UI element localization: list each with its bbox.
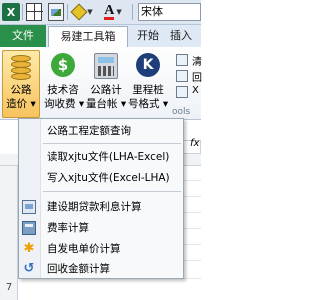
menu-item-label: 回收金额计算 [47,263,110,275]
highway-cost-button[interactable]: 公路 造价 ▾ [2,50,40,118]
return-icon[interactable] [176,70,188,82]
menu-item-label: 自发电单价计算 [47,243,121,255]
menu-item-recovery[interactable]: ↺ 回收金额计算 [19,259,183,279]
picture-thumbnail [51,8,61,16]
menu-item-fee-rate[interactable]: 费率计算 [19,218,183,238]
menu-divider [43,143,181,144]
tab-insert[interactable]: 插入 [170,25,206,47]
calculator-icon [94,53,118,79]
button-label: 公路 [10,84,32,96]
highway-ledger-button[interactable]: 公路计 量台帐 ▾ [86,50,126,118]
x-icon[interactable] [176,86,188,98]
small-item-label: 清 [192,57,202,68]
loan-calc-icon [22,200,36,214]
font-name-input[interactable]: 宋体 [138,3,201,21]
picture-icon[interactable] [48,3,64,21]
menu-item-read-xjtu[interactable]: 读取xjtu文件(LHA-Excel) [19,147,183,167]
toolbar-divider [22,4,23,20]
font-color-button[interactable]: A ▼ [99,3,127,21]
dollar-icon: $ [51,53,75,77]
quick-access-toolbar: X ▼ A ▼ 宋体 [0,0,201,25]
menu-item-self-power[interactable]: ✱ 自发电单价计算 [19,239,183,259]
highway-cost-dropdown-menu: 公路工程定额查询 读取xjtu文件(LHA-Excel) 写入xjtu文件(Ex… [18,118,184,279]
row-number[interactable]: 7 [0,282,18,293]
menu-item-loan-interest[interactable]: 建设期贷款利息计算 [19,197,183,217]
fx-label: fx [190,138,200,149]
tab-home[interactable]: 开始 [129,25,167,47]
toolbar-divider [132,4,133,20]
menu-item-label: 费率计算 [47,222,89,234]
chevron-down-icon: ▼ [116,8,122,16]
button-label: 号格式 ▾ [128,98,169,110]
menu-item-quota-query[interactable]: 公路工程定额查询 [19,121,183,141]
tab-yijian-toolbox[interactable]: 易建工具箱 [48,26,128,47]
button-label: 里程桩 [132,84,164,96]
fee-rate-icon [22,221,36,235]
power-icon: ✱ [23,241,35,256]
ribbon-group-label: ools [172,107,191,117]
button-label: 技术咨 [47,84,79,96]
button-label: 公路计 [90,84,122,96]
fill-color-icon [70,3,88,21]
button-label: 询收费 ▾ [44,98,85,110]
tab-file[interactable]: 文件 [0,25,46,47]
ribbon-panel: 公路 造价 ▾ $ 技术咨 询收费 ▾ 公路计 量台帐 ▾ K 里程桩 号格式 … [0,47,202,120]
toolbar-divider [67,4,68,20]
chevron-down-icon: ▼ [87,8,93,16]
menu-item-write-xjtu[interactable]: 写入xjtu文件(Excel-LHA) [19,168,183,188]
menu-item-label: 建设期贷款利息计算 [47,201,142,213]
small-item-label: X [192,85,199,96]
button-label: 造价 ▾ [6,98,36,110]
clear-icon[interactable] [176,54,188,66]
font-color-icon: A [104,3,115,20]
tech-consulting-fee-button[interactable]: $ 技术咨 询收费 ▾ [44,50,85,118]
button-label: 量台帐 ▾ [86,98,127,110]
fill-color-button[interactable]: ▼ [70,3,96,21]
recover-icon: ↺ [23,261,35,276]
row-header [0,166,18,300]
small-item-label: 回 [192,73,202,84]
k-icon: K [136,53,160,77]
border-icon[interactable] [26,3,43,21]
menu-divider [43,191,181,192]
mileage-stake-format-button[interactable]: K 里程桩 号格式 ▾ [128,50,168,118]
ribbon-tab-bar: 文件 易建工具箱 开始 插入 [0,25,201,47]
excel-icon[interactable]: X [2,3,20,21]
coins-icon [7,53,35,83]
